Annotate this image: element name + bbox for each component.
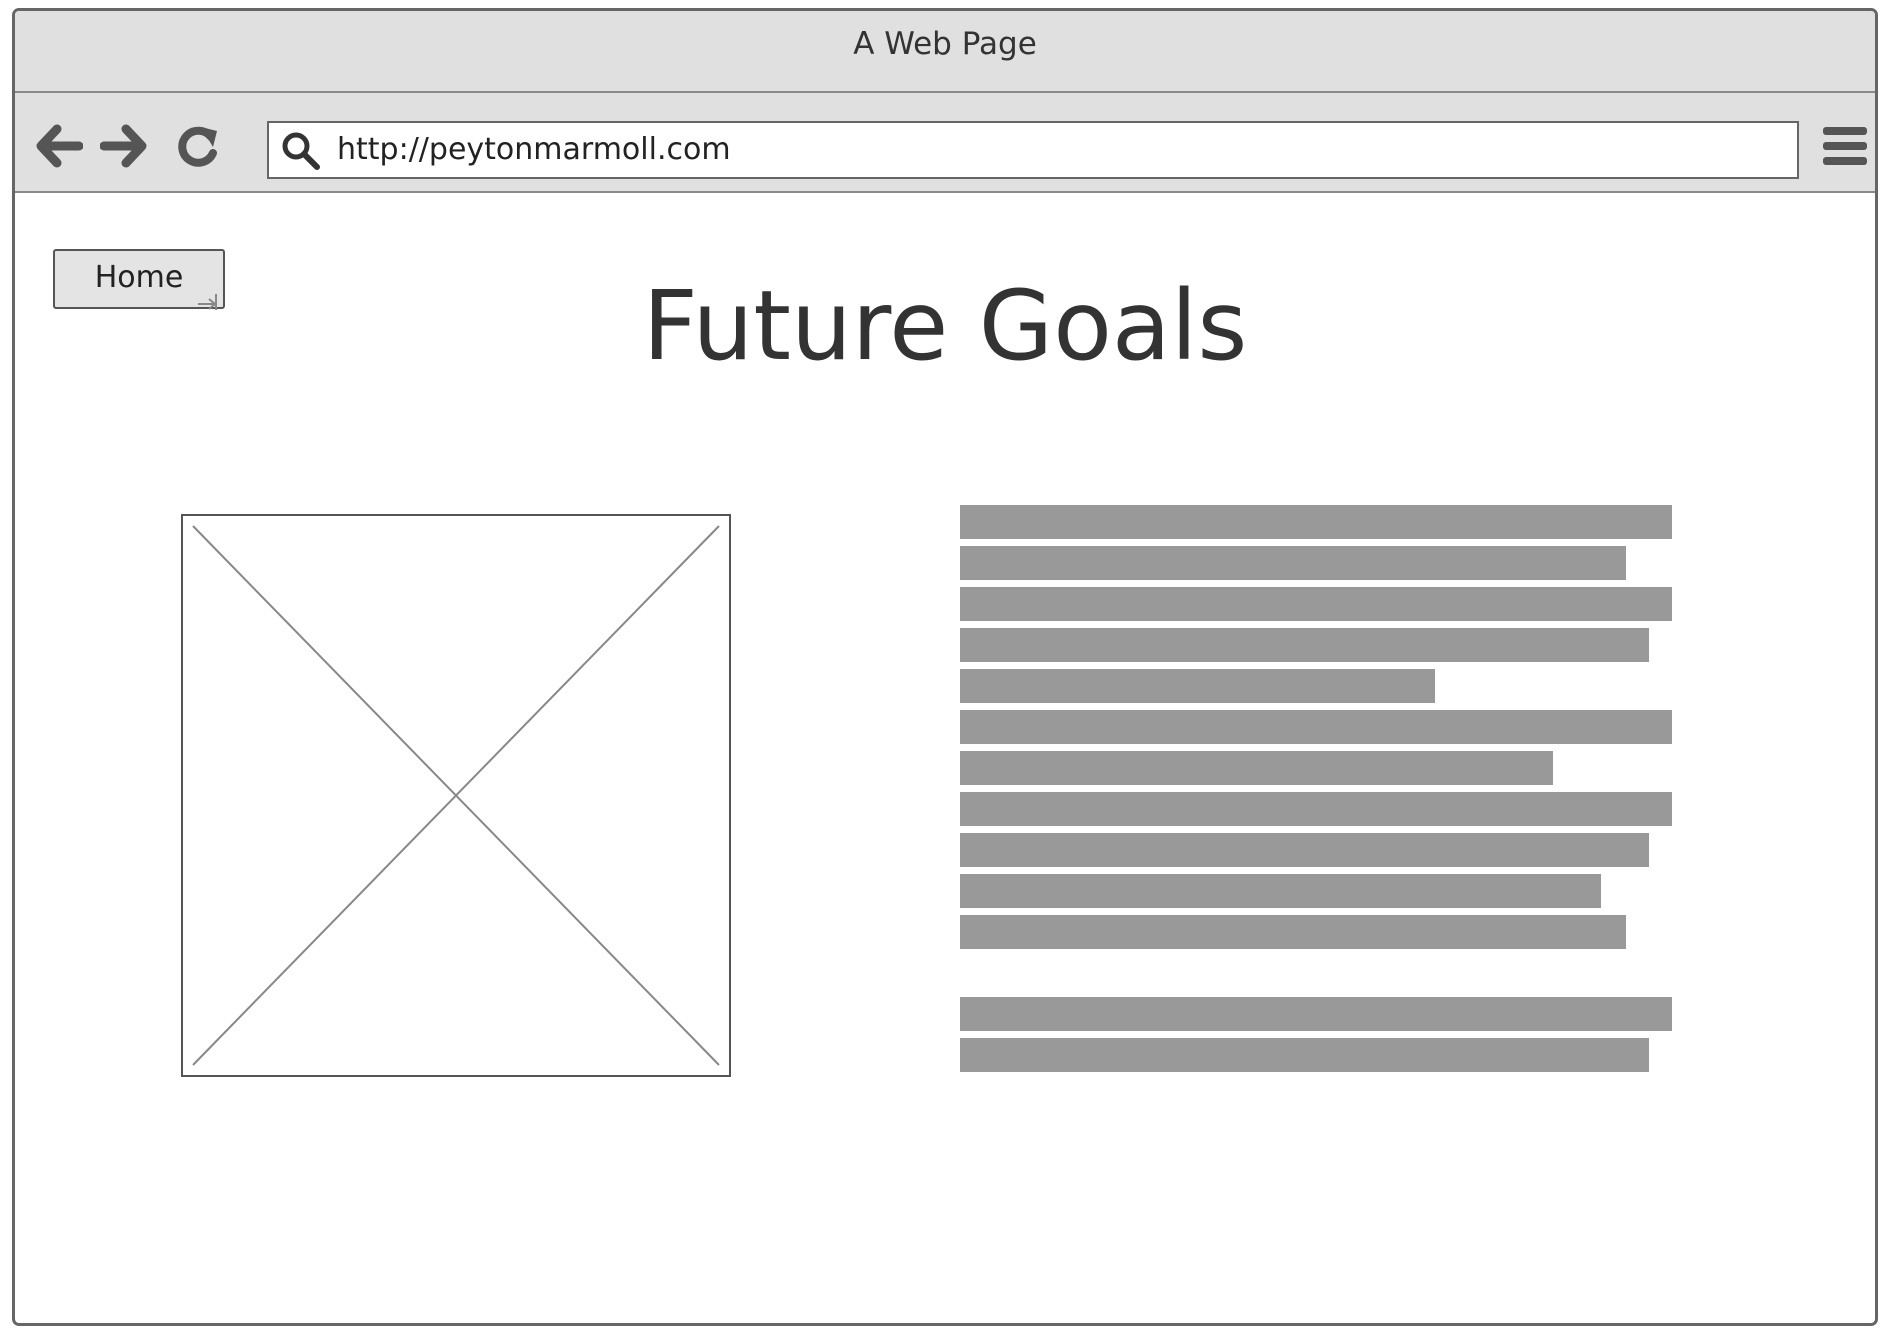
url-text: http://peytonmarmoll.com: [337, 132, 731, 167]
text-line: [960, 710, 1672, 744]
forward-button[interactable]: [99, 123, 148, 169]
text-line: [960, 833, 1649, 867]
text-line: [960, 628, 1649, 662]
page-content: Home Future Goals: [15, 193, 1875, 1323]
reload-button[interactable]: [175, 123, 223, 169]
window-title: A Web Page: [853, 26, 1037, 62]
text-line: [960, 587, 1672, 621]
text-line: [960, 874, 1601, 908]
browser-window: A Web Page http://peytonmarmoll.com Home…: [12, 8, 1878, 1326]
window-title-bar: A Web Page: [15, 11, 1875, 93]
page-title: Future Goals: [642, 270, 1248, 382]
text-line: [960, 792, 1672, 826]
browser-toolbar: http://peytonmarmoll.com: [15, 93, 1875, 193]
back-button[interactable]: [35, 123, 84, 169]
menu-button[interactable]: [1821, 123, 1869, 171]
arrow-left-icon: [36, 124, 84, 168]
text-line: [960, 997, 1672, 1031]
reload-icon: [178, 126, 217, 167]
image-placeholder-icon: [181, 514, 731, 1077]
hamburger-menu-icon: [1823, 127, 1867, 165]
text-line: [960, 751, 1553, 785]
address-bar[interactable]: http://peytonmarmoll.com: [267, 121, 1799, 179]
search-icon: [282, 132, 320, 170]
text-line: [960, 669, 1435, 703]
arrow-right-icon: [99, 124, 147, 168]
text-line: [960, 1038, 1649, 1072]
text-block-placeholder: [960, 505, 1672, 1085]
text-line: [960, 915, 1626, 949]
text-line: [960, 546, 1626, 580]
text-line: [960, 505, 1672, 539]
